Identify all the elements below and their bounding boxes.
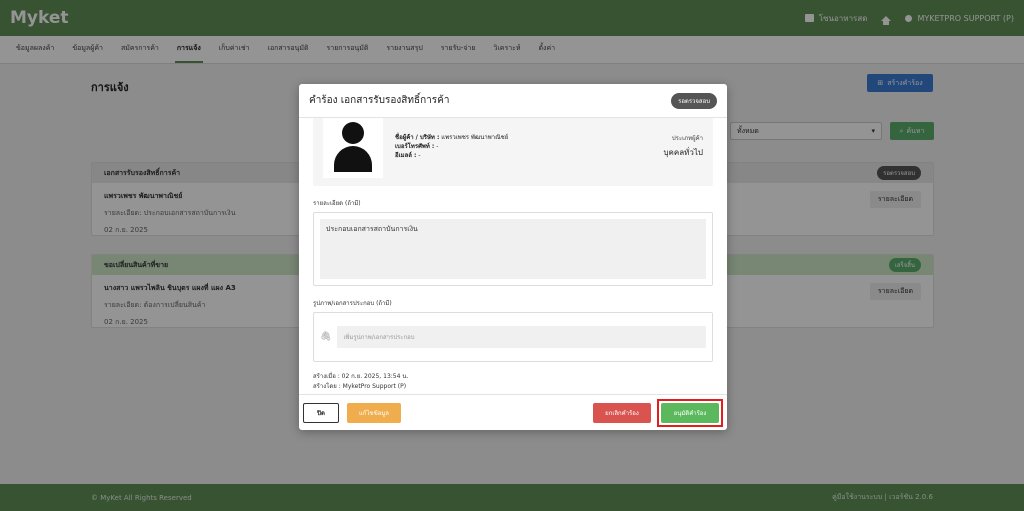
detail-textarea[interactable]: ประกอบเอกสารสถาบันการเงิน xyxy=(320,219,706,279)
vendor-profile: ชื่อผู้ค้า / บริษัท : แพรวเพชร พัฒนาพาณิ… xyxy=(313,118,713,186)
attachment-input[interactable]: เพิ่มรูปภาพ/เอกสารประกอบ xyxy=(337,326,706,348)
request-meta: สร้างเมื่อ : 02 ก.ย. 2025, 13:54 น. สร้า… xyxy=(313,372,713,392)
avatar-head-icon xyxy=(342,122,364,144)
vendor-phone-label: เบอร์โทรศัพท์ : xyxy=(395,143,435,150)
approve-request-button[interactable]: อนุมัติคำร้อง xyxy=(661,402,719,423)
avatar xyxy=(323,118,383,178)
modal-title: คำร้อง เอกสารรับรองสิทธิ์การค้า xyxy=(309,95,450,106)
edit-button[interactable]: แก้ไขข้อมูล xyxy=(347,402,401,423)
detail-field-box: ประกอบเอกสารสถาบันการเงิน xyxy=(313,212,713,286)
modal-header: คำร้อง เอกสารรับรองสิทธิ์การค้า รอตรวจสอ… xyxy=(299,84,727,118)
attachment-field-box: 🖇 เพิ่มรูปภาพ/เอกสารประกอบ xyxy=(313,312,713,362)
cancel-request-button[interactable]: ยกเลิกคำร้อง xyxy=(593,402,651,423)
modal-body[interactable]: ชื่อผู้ค้า / บริษัท : แพรวเพชร พัฒนาพาณิ… xyxy=(299,118,727,394)
avatar-body-icon xyxy=(334,146,372,172)
modal-footer: ปิด แก้ไขข้อมูล ยกเลิกคำร้อง อนุมัติคำร้… xyxy=(299,394,727,430)
created-at: สร้างเมื่อ : 02 ก.ย. 2025, 13:54 น. xyxy=(313,373,409,380)
paperclip-icon[interactable]: 🖇 xyxy=(320,332,331,342)
vendor-phone-value: - xyxy=(436,143,439,150)
attachment-row: 🖇 เพิ่มรูปภาพ/เอกสารประกอบ xyxy=(320,319,706,355)
close-button[interactable]: ปิด xyxy=(303,402,339,423)
vendor-email-label: อีเมลล์ : xyxy=(395,152,417,159)
vendor-name-value: แพรวเพชร พัฒนาพาณิชย์ xyxy=(441,134,509,141)
vendor-type-value: บุคคลทั่วไป xyxy=(663,148,703,157)
vendor-info: ชื่อผู้ค้า / บริษัท : แพรวเพชร พัฒนาพาณิ… xyxy=(395,133,508,160)
created-by: สร้างโดย : MyketPro Support (P) xyxy=(313,383,407,390)
approve-highlight: อนุมัติคำร้อง xyxy=(657,398,723,427)
vendor-name-label: ชื่อผู้ค้า / บริษัท : xyxy=(395,134,440,141)
vendor-type-label: ประเภทผู้ค้า xyxy=(671,135,703,142)
vendor-email-value: - xyxy=(418,152,421,159)
attachment-label: รูปภาพ/เอกสารประกอบ (ถ้ามี) xyxy=(313,300,392,307)
modal-status-badge: รอตรวจสอบ xyxy=(671,92,717,109)
vendor-type: ประเภทผู้ค้า บุคคลทั่วไป xyxy=(663,133,703,159)
detail-label: รายละเอียด (ถ้ามี) xyxy=(313,200,361,207)
request-modal: คำร้อง เอกสารรับรองสิทธิ์การค้า รอตรวจสอ… xyxy=(299,84,727,430)
